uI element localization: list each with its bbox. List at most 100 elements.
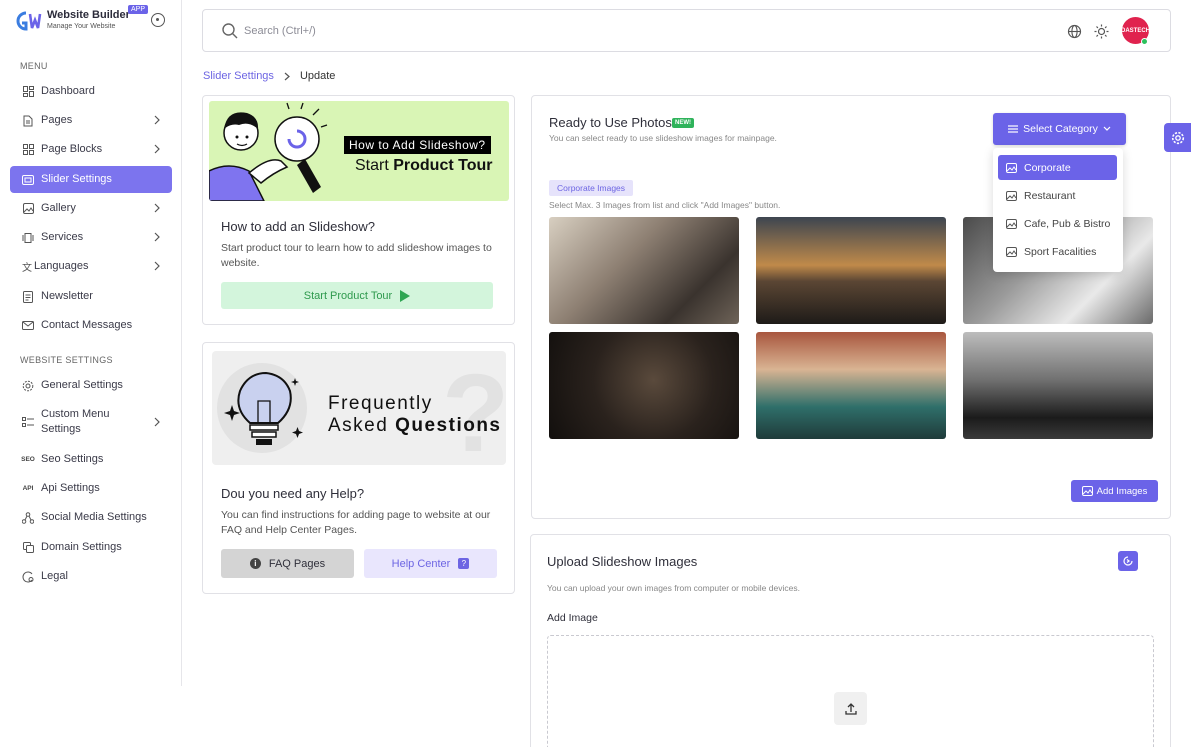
sidebar-item-seo-settings[interactable]: SEO Seo Settings: [10, 446, 172, 473]
sidebar: Website Builder APP Manage Your Website …: [0, 0, 182, 686]
info-icon: i: [249, 558, 261, 569]
sidebar-item-api-settings[interactable]: API Api Settings: [10, 475, 172, 502]
sidebar-item-general-settings[interactable]: General Settings: [10, 372, 172, 399]
faq-banner-line1: Frequently: [328, 393, 433, 414]
breadcrumb: Slider Settings Update: [203, 70, 335, 82]
sidebar-item-label: Custom Menu Settings: [41, 408, 110, 435]
sidebar-item-domain-settings[interactable]: Domain Settings: [10, 534, 172, 561]
category-chip: Corporate Images: [549, 180, 634, 196]
brand-title: Website Builder: [47, 9, 130, 21]
svg-text:?: ?: [442, 352, 506, 465]
gallery-icon: [22, 203, 34, 215]
image-icon: [1006, 218, 1017, 229]
sidebar-item-newsletter[interactable]: Newsletter: [10, 283, 172, 310]
add-images-button[interactable]: Add Images: [1071, 480, 1158, 502]
brand-subtitle: Manage Your Website: [47, 23, 116, 30]
sidebar-item-label: Newsletter: [41, 290, 93, 302]
play-icon: [400, 289, 411, 302]
sidebar-item-page-blocks[interactable]: Page Blocks: [10, 136, 172, 163]
brand[interactable]: Website Builder APP Manage Your Website: [16, 5, 176, 36]
image-dropzone[interactable]: [547, 635, 1154, 747]
sidebar-toggle-icon[interactable]: [151, 13, 165, 27]
sidebar-item-label: Legal: [41, 570, 68, 582]
breadcrumb-link-slider-settings[interactable]: Slider Settings: [203, 70, 274, 82]
faq-pages-label: FAQ Pages: [268, 557, 326, 570]
image-icon: [1006, 162, 1017, 173]
sidebar-item-label: Domain Settings: [41, 541, 122, 553]
category-option-label: Sport Facalities: [1024, 245, 1097, 258]
faq-banner-line2-light: Asked: [328, 415, 396, 436]
customizer-settings-button[interactable]: [1164, 123, 1191, 152]
help-center-button[interactable]: Help Center ?: [364, 549, 497, 578]
search-input[interactable]: [244, 21, 644, 41]
list-icon: [1008, 125, 1019, 133]
sidebar-item-custom-menu-settings[interactable]: Custom Menu Settings: [10, 405, 172, 439]
sidebar-item-gallery[interactable]: Gallery: [10, 195, 172, 222]
category-option-restaurant[interactable]: Restaurant: [998, 183, 1117, 208]
breadcrumb-current: Update: [299, 70, 336, 82]
upload-title: Upload Slideshow Images: [547, 554, 698, 569]
help-heading: Dou you need any Help?: [221, 486, 365, 501]
photo-team-hands[interactable]: [549, 332, 739, 439]
photo-office-silhouettes[interactable]: [963, 332, 1153, 439]
tour-banner-caption: How to Add Slideshow?: [344, 136, 491, 154]
tour-banner-title-light: Start: [355, 157, 394, 174]
share-icon: [22, 511, 34, 524]
upload-slideshow-card: Upload Slideshow Images You can upload y…: [530, 534, 1171, 747]
globe-icon[interactable]: [1067, 24, 1082, 39]
upload-info-button[interactable]: [1118, 551, 1138, 571]
domain-icon: [22, 542, 34, 554]
photo-office-meeting[interactable]: [549, 217, 739, 324]
refresh-icon: [1123, 556, 1133, 566]
sidebar-item-legal[interactable]: Legal: [10, 563, 172, 590]
sidebar-item-dashboard[interactable]: Dashboard: [10, 78, 172, 105]
gear-icon: [22, 380, 34, 392]
sidebar-item-label: Page Blocks: [41, 143, 103, 155]
chevron-right-icon: [154, 144, 160, 154]
sun-icon[interactable]: [1094, 24, 1109, 39]
upload-button[interactable]: [834, 692, 867, 725]
page-icon: [22, 115, 34, 127]
sidebar-item-languages[interactable]: 文 Languages: [10, 253, 172, 280]
chevron-right-icon: [154, 417, 160, 427]
sidebar-item-social-media-settings[interactable]: Social Media Settings: [10, 504, 172, 531]
menu-section-label: MENU: [20, 61, 48, 71]
photos-title: Ready to Use Photos: [549, 115, 672, 130]
category-option-cafe-pub-bistro[interactable]: Cafe, Pub & Bistro: [998, 211, 1117, 236]
tour-heading: How to add an Slideshow?: [221, 219, 375, 234]
photo-boardroom-sunset[interactable]: [756, 217, 946, 324]
category-option-label: Restaurant: [1024, 189, 1076, 202]
new-badge: NEW!: [672, 118, 694, 128]
select-category-button[interactable]: Select Category: [993, 113, 1126, 145]
sidebar-item-slider-settings[interactable]: Slider Settings: [10, 166, 172, 193]
sidebar-item-label: Api Settings: [41, 482, 100, 494]
sidebar-item-label: Dashboard: [41, 85, 95, 97]
tour-banner-title: Start Product Tour: [355, 157, 492, 175]
image-icon: [1006, 246, 1017, 257]
faq-banner-line2: Asked Questions: [328, 415, 502, 437]
legal-icon: [22, 571, 34, 583]
sidebar-item-services[interactable]: Services: [10, 224, 172, 251]
category-option-sport-facilities[interactable]: Sport Facalities: [998, 239, 1117, 264]
product-tour-banner: How to Add Slideshow? Start Product Tour: [209, 101, 509, 201]
image-icon: [1006, 190, 1017, 201]
sidebar-item-label: Services: [41, 231, 84, 243]
sidebar-item-label: Slider Settings: [41, 173, 112, 185]
help-center-label: Help Center: [391, 557, 451, 570]
blocks-icon: [22, 144, 34, 156]
topbar: DASTECH: [202, 9, 1171, 52]
online-status-dot: [1141, 38, 1148, 45]
question-icon: ?: [458, 558, 470, 569]
chevron-down-icon: [1103, 126, 1111, 131]
category-option-corporate[interactable]: Corporate: [998, 155, 1117, 180]
menu-icon: [22, 416, 34, 428]
sidebar-item-contact-messages[interactable]: Contact Messages: [10, 312, 172, 339]
sidebar-item-label: Gallery: [41, 202, 76, 214]
seo-icon: SEO: [21, 456, 35, 463]
faq-pages-button[interactable]: i FAQ Pages: [221, 549, 354, 578]
start-product-tour-button[interactable]: Start Product Tour: [221, 282, 493, 309]
photo-team-celebration[interactable]: [756, 332, 946, 439]
sidebar-item-pages[interactable]: Pages: [10, 107, 172, 134]
sidebar-item-label: Languages: [34, 260, 89, 272]
chevron-right-icon: [154, 203, 160, 213]
